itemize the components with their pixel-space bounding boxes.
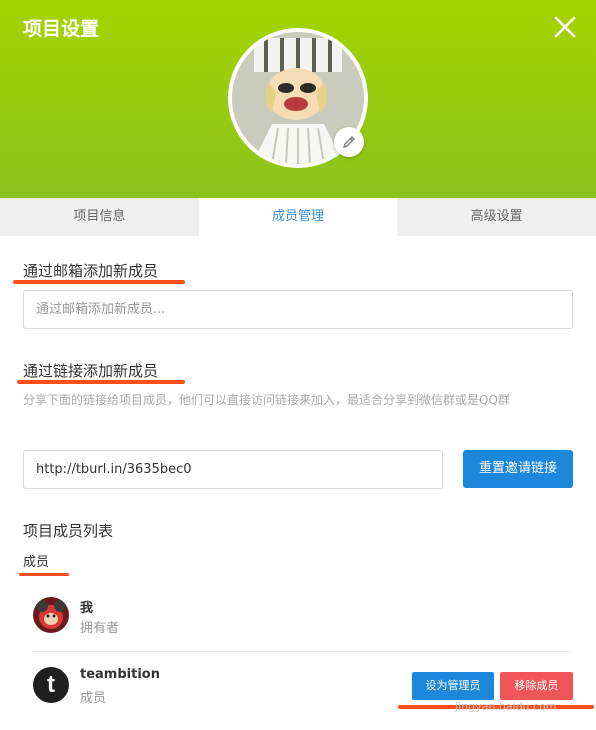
pencil-icon[interactable]	[334, 127, 364, 157]
list-item[interactable]: 我 拥有者	[33, 597, 573, 653]
email-section-title: 通过邮箱添加新成员	[23, 262, 159, 280]
dialog-title: 项目设置	[23, 18, 100, 40]
member-list-title: 项目成员列表	[23, 522, 114, 540]
avatar	[33, 597, 69, 633]
member-name: 我	[80, 601, 94, 616]
annotation-underline	[19, 573, 69, 576]
member-group-label: 成员	[23, 555, 50, 570]
tab-member-management[interactable]: 成员管理	[198, 198, 398, 236]
remove-member-button[interactable]: 移除成员	[500, 672, 573, 700]
tab-advanced-settings[interactable]: 高级设置	[397, 198, 596, 236]
avatar: t	[33, 667, 69, 703]
member-name: teambition	[80, 667, 160, 682]
annotation-underline	[17, 380, 185, 384]
link-section-description: 分享下面的链接给项目成员，他们可以直接访问链接来加入，最适合分享到微信群或是QQ…	[23, 393, 510, 407]
set-admin-button[interactable]: 设为管理员	[412, 672, 494, 700]
tab-project-info[interactable]: 项目信息	[0, 198, 199, 236]
header-banner: 项目设置	[0, 0, 596, 198]
divider	[33, 651, 573, 652]
email-input[interactable]: 通过邮箱添加新成员...	[23, 290, 573, 329]
invite-link-input[interactable]: http://tburl.in/3635bec0	[23, 450, 443, 489]
close-icon[interactable]	[552, 14, 578, 40]
member-role: 拥有者	[80, 621, 120, 636]
avatar-letter: t	[47, 671, 55, 698]
link-section-title: 通过链接添加新成员	[23, 362, 159, 380]
annotation-underline	[13, 280, 185, 284]
member-role: 成员	[80, 691, 107, 706]
tab-bar: 项目信息 成员管理 高级设置	[0, 198, 596, 236]
watermark: jingyan.baidu.com	[455, 700, 557, 713]
reset-invite-link-button[interactable]: 重置邀请链接	[463, 450, 573, 488]
